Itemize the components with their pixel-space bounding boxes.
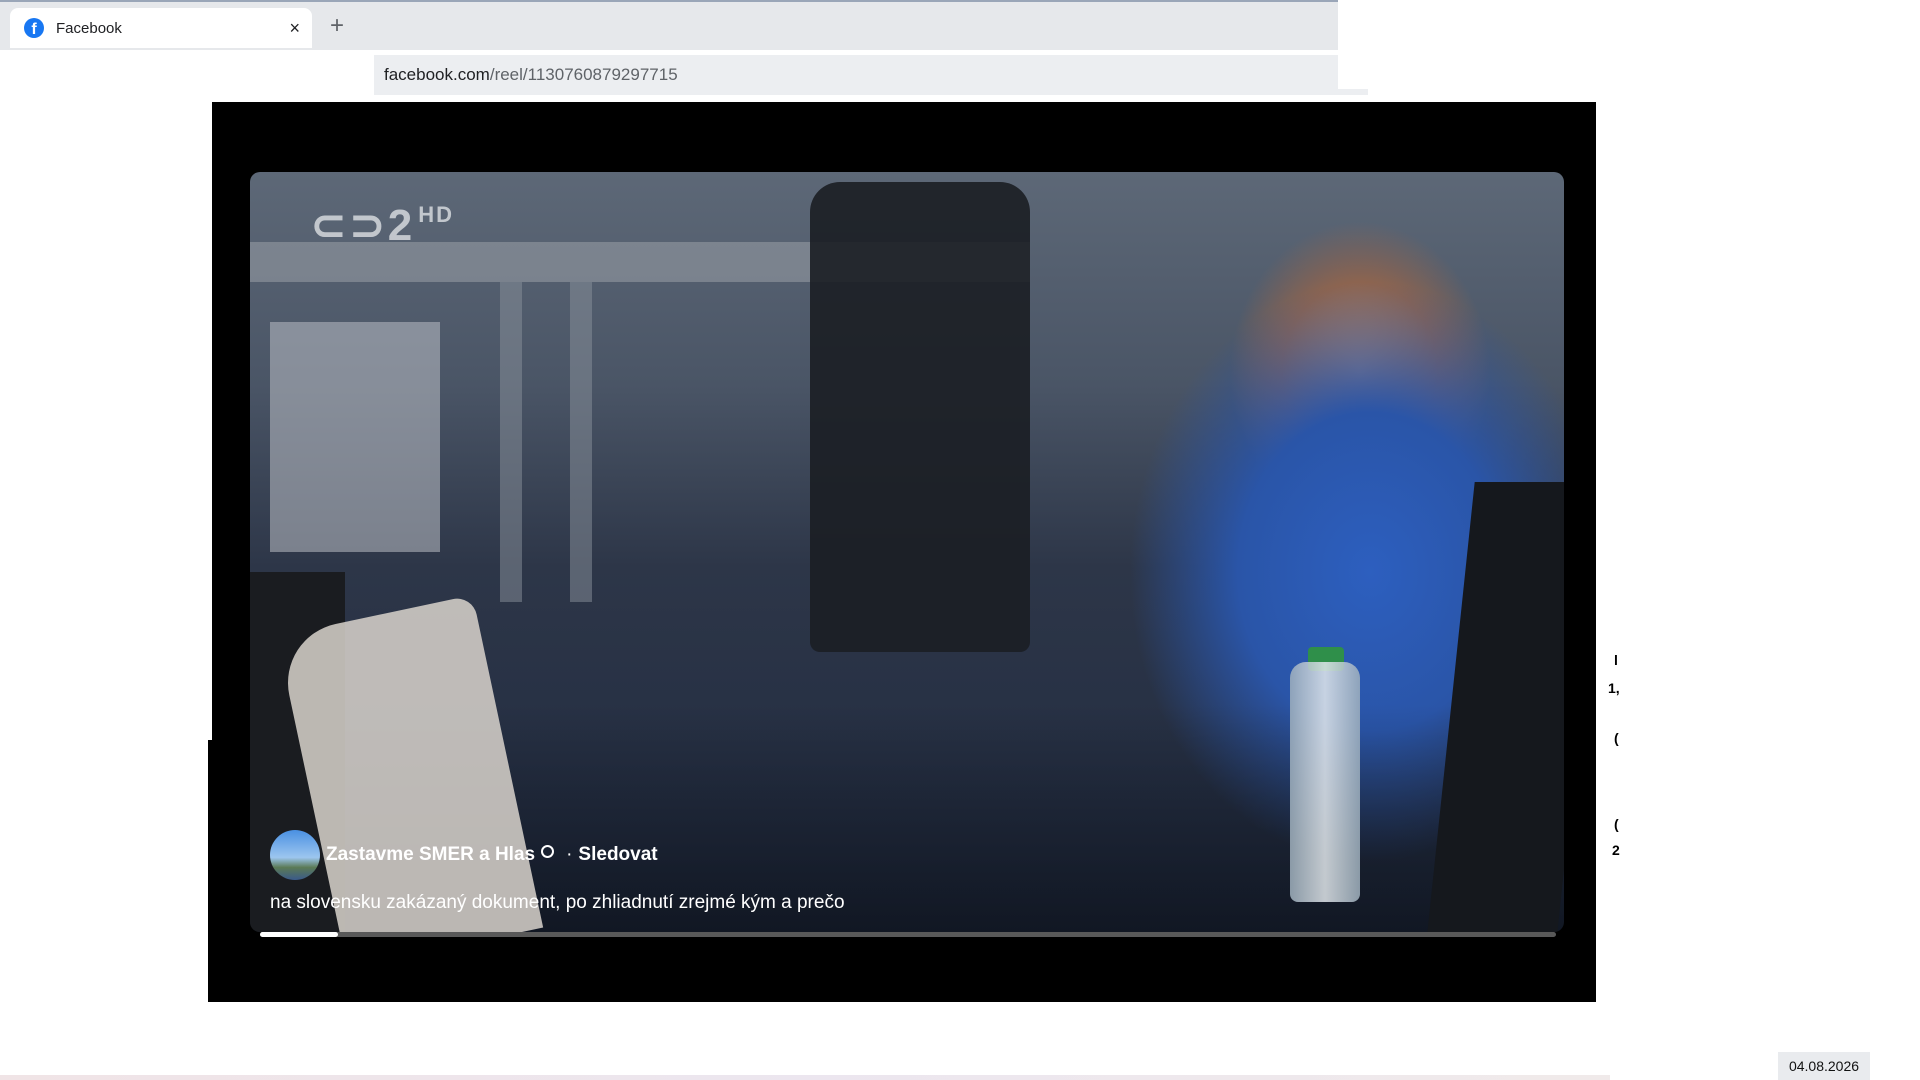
ct-logo-mark: ⊂⊃ (310, 201, 388, 250)
reel-video[interactable]: ⊂⊃2 HD Zastavme SMER a Hlas · Sledovat na… (250, 172, 1564, 932)
clipped-glyph: ( (1614, 730, 1619, 746)
globe-icon (541, 844, 555, 858)
address-path: /reel/1130760879297715 (489, 65, 678, 84)
progress-fill (260, 932, 338, 937)
address-bar[interactable]: facebook.com/reel/1130760879297715 (374, 55, 1338, 95)
author-name[interactable]: Zastavme SMER a Hlas (326, 844, 535, 866)
video-chair (810, 182, 1030, 652)
clipped-glyph: 2 (1612, 842, 1620, 858)
facebook-icon: f (24, 18, 44, 38)
follow-button[interactable]: Sledovat (578, 844, 657, 866)
video-cabinet (270, 322, 440, 552)
video-monitor-right (1425, 482, 1564, 932)
close-icon[interactable]: × (289, 19, 300, 37)
video-bottle (1290, 662, 1360, 902)
address-bar-edge (1338, 89, 1368, 95)
ct-logo-hd: HD (418, 202, 454, 227)
separator-dot: · (566, 844, 573, 865)
taskbar-date: 04.08.2026 (1778, 1052, 1870, 1080)
reel-viewer: ⊂⊃2 HD Zastavme SMER a Hlas · Sledovat na… (212, 102, 1596, 1002)
progress-bar[interactable] (260, 932, 1556, 937)
clipped-glyph: 1, (1608, 680, 1620, 696)
tab-facebook[interactable]: f Facebook × (10, 8, 312, 48)
address-host: facebook.com (384, 65, 490, 84)
clipped-glyph: ( (1614, 816, 1619, 832)
new-tab-icon[interactable]: + (330, 14, 344, 38)
video-desk-leg (500, 282, 522, 602)
ct-logo-number: 2 (387, 201, 415, 250)
video-desk-leg (570, 282, 592, 602)
tab-strip: f Facebook × + (0, 0, 1338, 50)
taskbar-strip (0, 1075, 1610, 1080)
channel-logo: ⊂⊃2 HD (310, 204, 454, 248)
author-row: Zastavme SMER a Hlas · Sledovat (270, 830, 658, 880)
avatar[interactable] (270, 830, 320, 880)
tab-title: Facebook (56, 19, 122, 37)
clipped-glyph: l (1614, 652, 1618, 668)
reel-caption: na slovensku zakázaný dokument, po zhlia… (270, 892, 845, 913)
